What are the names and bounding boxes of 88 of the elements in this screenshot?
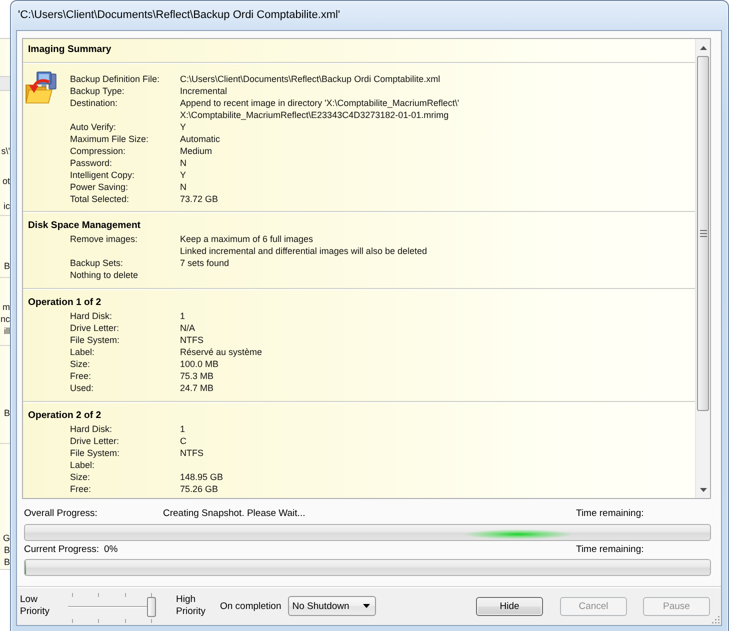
field-label: Backup Type: <box>70 85 124 97</box>
hide-button[interactable]: Hide <box>476 596 543 616</box>
field-label: Label: <box>70 459 95 471</box>
field-value: N <box>180 181 186 193</box>
field-value: Keep a maximum of 6 full images <box>180 233 314 245</box>
field-label: Label: <box>70 346 95 358</box>
field-value: NTFS <box>180 334 204 346</box>
text-fragment: B <box>4 545 10 555</box>
field-value: 100.0 MB <box>180 358 219 370</box>
field-value: X:\Comptabilite_MacriumReflect\E23343C4D3273182-01-01.mrimg <box>180 109 449 121</box>
field-value: C <box>180 435 186 447</box>
field-value: Réservé au système <box>180 346 262 358</box>
field-label: Remove images: <box>70 233 138 245</box>
field-label: Size: <box>70 471 90 483</box>
field-value: 1 <box>180 423 186 435</box>
field-value: N <box>180 157 186 169</box>
field-value: Medium <box>180 145 212 157</box>
field-value: 1 <box>180 310 186 322</box>
field-label: File System: <box>70 334 120 346</box>
high-priority-label: High Priority <box>176 594 207 618</box>
field-label: Power Saving: <box>70 181 128 193</box>
section-heading: Imaging Summary <box>28 43 112 56</box>
section-heading: Operation 1 of 2 <box>28 296 102 309</box>
field-value: 148.95 GB <box>180 471 224 483</box>
low-priority-label: Low Priority <box>20 594 51 618</box>
field-label: Auto Verify: <box>70 121 116 133</box>
text-fragment: m <box>2 302 10 312</box>
text-fragment: ic <box>4 201 10 211</box>
text-fragment: B <box>4 557 10 567</box>
field-value: Append to recent image in directory 'X:\Comptabilite_MacriumReflect\' <box>180 97 460 109</box>
field-label: Used: <box>70 382 94 394</box>
resize-grip-icon <box>712 616 720 624</box>
slider-thumb[interactable] <box>147 597 156 617</box>
on-completion-label: On completion <box>220 600 282 612</box>
progress-status: Creating Snapshot. Please Wait... <box>163 508 306 520</box>
field-value: Automatic <box>180 133 220 145</box>
field-value: NTFS <box>180 447 204 459</box>
grip-icon <box>700 230 706 237</box>
field-value: Y <box>180 169 186 181</box>
caret-down-icon <box>700 488 706 492</box>
field-label: Destination: <box>70 97 118 109</box>
text-fragment: ill <box>4 326 10 336</box>
field-label: Password: <box>70 157 112 169</box>
time-remaining-label: Time remaining: <box>576 544 644 556</box>
field-value: N/A <box>180 322 196 334</box>
field-value: Linked incremental and differential images will also be deleted <box>180 245 427 257</box>
field-label: Total Selected: <box>70 193 130 205</box>
scrollbar-thumb[interactable] <box>697 56 709 411</box>
field-value: C:\Users\Client\Documents\Reflect\Backup Ordi Comptabilite.xml <box>180 73 440 85</box>
text-fragment: s\' <box>1 146 10 156</box>
field-label: Compression: <box>70 145 126 157</box>
field-value: Incremental <box>180 85 228 97</box>
progress-label: Overall Progress: <box>24 508 98 520</box>
section-heading: Disk Space Management <box>28 219 141 232</box>
field-value: 75.3 MB <box>180 370 214 382</box>
caret-up-icon <box>700 46 706 50</box>
field-label: Free: <box>70 483 92 495</box>
progress-percent: 0% <box>104 544 118 556</box>
field-label: Backup Definition File: <box>70 73 160 85</box>
field-label: Hard Disk: <box>70 310 112 322</box>
field-label: Nothing to delete <box>70 269 138 281</box>
field-value: 73.72 GB <box>180 193 218 205</box>
text-fragment: B <box>4 261 10 271</box>
section-heading: Operation 2 of 2 <box>28 409 102 422</box>
field-label: File System: <box>70 447 120 459</box>
field-label: Drive Letter: <box>70 435 120 447</box>
field-value: 75.26 GB <box>180 483 218 495</box>
field-label: Free: <box>70 370 92 382</box>
text-fragment: B <box>4 408 10 418</box>
progress-label: Current Progress: <box>24 544 99 556</box>
window-title: 'C:\Users\Client\Documents\Reflect\Backup Ordi Comptabilite.xml' <box>18 9 340 22</box>
field-label: Drive Letter: <box>70 322 120 334</box>
field-label: Size: <box>70 358 90 370</box>
field-value: 7 sets found <box>180 257 230 269</box>
field-label: Hard Disk: <box>70 423 112 435</box>
field-value: Y <box>180 121 186 133</box>
field-label: Maximum File Size: <box>70 133 149 145</box>
text-fragment: nc <box>0 314 10 324</box>
folder-monitor-icon <box>25 71 58 104</box>
scrollbar-track[interactable] <box>695 39 710 498</box>
text-fragment: G <box>2 533 10 543</box>
field-value: 24.7 MB <box>180 382 214 394</box>
field-label: Backup Sets: <box>70 257 124 269</box>
completion-dropdown[interactable]: No Shutdown <box>288 596 376 616</box>
text-fragment: ot <box>2 176 10 186</box>
field-label: Intelligent Copy: <box>70 169 135 181</box>
time-remaining-label: Time remaining: <box>576 508 644 520</box>
caret-down-icon <box>363 604 370 608</box>
